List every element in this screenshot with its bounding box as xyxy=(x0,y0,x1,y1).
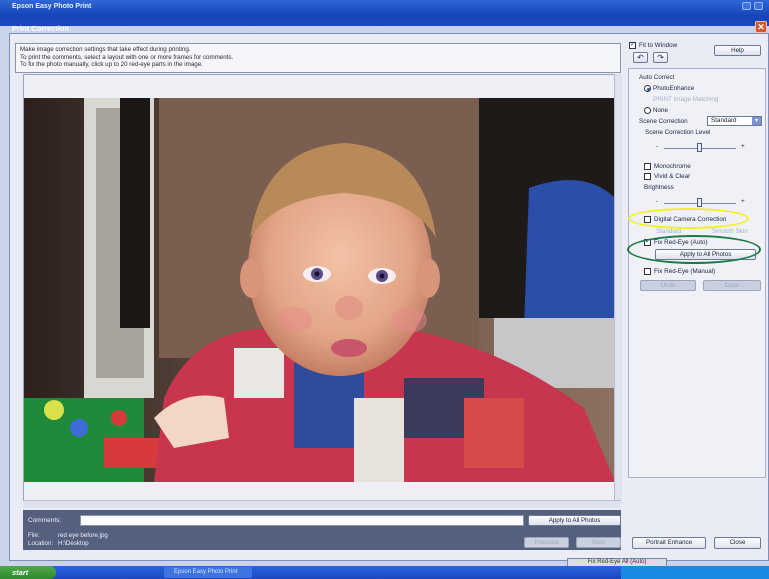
next-button[interactable]: Next xyxy=(576,537,621,548)
rotate-right-icon[interactable]: ↷ xyxy=(653,52,668,63)
undo-button[interactable]: Undo xyxy=(640,280,696,291)
photo-preview[interactable] xyxy=(24,98,615,482)
scene-correction-value: Standard xyxy=(711,117,737,124)
comments-label: Comments: xyxy=(28,517,62,524)
help-button[interactable]: Help xyxy=(714,45,761,56)
close-icon[interactable]: ✕ xyxy=(755,21,767,33)
instruction-line: To fix the photo manually, click up to 2… xyxy=(20,61,203,69)
slider-minus: - xyxy=(656,143,659,150)
scene-level-label: Scene Correction Level xyxy=(645,129,711,136)
vivid-clear-label: Vivid & Clear xyxy=(654,173,691,180)
window-controls xyxy=(742,2,763,10)
location-value: H:\Desktop xyxy=(58,540,89,547)
vivid-clear-checkbox[interactable] xyxy=(644,173,651,180)
preview-scrollbar-horizontal[interactable] xyxy=(23,500,621,508)
instruction-line: To print the comments, select a layout w… xyxy=(20,53,234,61)
scene-level-thumb[interactable] xyxy=(697,143,702,152)
instructions-box: Make image correction settings that take… xyxy=(15,43,621,73)
file-value: red eye before.jpg xyxy=(58,532,108,539)
taskbar-item[interactable]: Epson Easy Photo Print xyxy=(164,567,252,578)
monochrome-label: Monochrome xyxy=(654,163,691,170)
baby-photo-image xyxy=(24,98,615,482)
none-label: None xyxy=(653,107,669,114)
brightness-plus: + xyxy=(741,198,745,205)
close-button[interactable]: Close xyxy=(714,537,761,549)
dialog-title: Print Correction xyxy=(12,24,70,33)
scene-correction-select[interactable]: Standard ▾ xyxy=(707,116,762,126)
app-title: Epson Easy Photo Print xyxy=(12,3,92,10)
previous-button[interactable]: Previous xyxy=(524,537,569,548)
highlight-yellow-ellipse xyxy=(628,208,749,229)
slider-plus: + xyxy=(741,143,745,150)
file-label: File: xyxy=(28,532,40,539)
brightness-minus: - xyxy=(656,198,659,205)
photo-enhance-radio[interactable] xyxy=(644,85,651,92)
fix-redeye-manual-label: Fix Red-Eye (Manual) xyxy=(654,268,716,275)
scene-correction-label: Scene Correction xyxy=(639,118,688,125)
brightness-thumb[interactable] xyxy=(697,198,702,207)
photo-enhance-label: PhotoEnhance xyxy=(653,85,695,92)
apply-comments-all-button[interactable]: Apply to All Photos xyxy=(528,515,621,526)
instruction-line: Make image correction settings that take… xyxy=(20,46,191,53)
monochrome-checkbox[interactable] xyxy=(644,163,651,170)
chevron-down-icon: ▾ xyxy=(752,117,761,125)
rotate-left-icon[interactable]: ↶ xyxy=(633,52,648,63)
brightness-label: Brightness xyxy=(644,184,674,191)
location-label: Location: xyxy=(28,540,54,547)
dc-smooth-label: Smooth Skin xyxy=(712,228,748,235)
fit-to-window-checkbox[interactable] xyxy=(629,40,636,49)
clear-button[interactable]: Clear xyxy=(703,280,761,291)
app-titlebar xyxy=(0,0,769,26)
portrait-enhance-button[interactable]: Portrait Enhance xyxy=(632,537,706,549)
fix-redeye-manual-checkbox[interactable] xyxy=(644,268,651,275)
fit-to-window-label: Fit to Window xyxy=(639,42,678,49)
dc-standard-label: Standard xyxy=(656,228,682,235)
auto-correct-label: Auto Correct xyxy=(639,74,675,81)
print-matching-label: PRINT Image Matching xyxy=(653,96,719,103)
none-radio[interactable] xyxy=(644,107,651,114)
file-info: File: red eye before.jpg Location: H:\De… xyxy=(28,532,108,548)
preview-scrollbar-vertical[interactable] xyxy=(614,74,622,504)
start-button[interactable]: start xyxy=(0,566,56,579)
system-tray xyxy=(621,566,769,579)
minimize-icon[interactable] xyxy=(742,2,751,10)
comments-input[interactable] xyxy=(80,515,524,526)
maximize-icon[interactable] xyxy=(754,2,763,10)
highlight-green-ellipse xyxy=(627,235,761,264)
